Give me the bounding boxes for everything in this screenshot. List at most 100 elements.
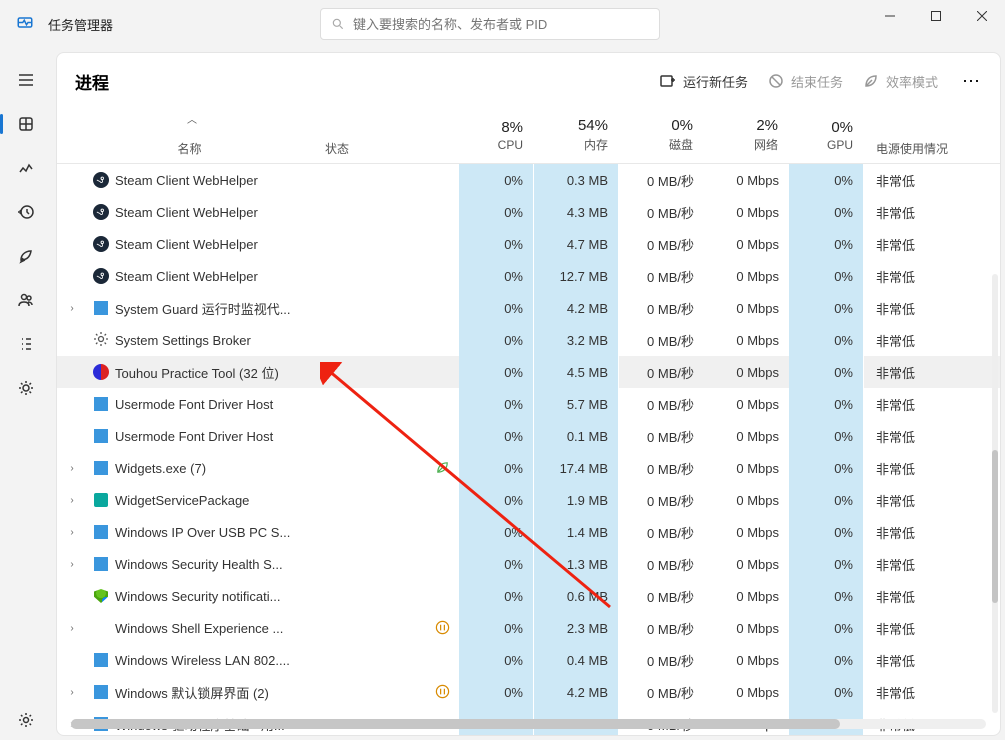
table-row[interactable]: ›Widgets.exe (7)0%17.4 MB0 MB/秒0 Mbps0%非… xyxy=(57,452,1000,484)
cell-name: ›Widgets.exe (7) xyxy=(57,460,315,476)
cell-gpu: 0% xyxy=(789,420,864,452)
table-row[interactable]: ›Windows 默认锁屏界面 (2)0%4.2 MB0 MB/秒0 Mbps0… xyxy=(57,676,1000,708)
cell-gpu: 0% xyxy=(789,516,864,548)
cell-cpu: 0% xyxy=(459,292,534,324)
table-row[interactable]: Touhou Practice Tool (32 位)0%4.5 MB0 MB/… xyxy=(57,356,1000,388)
table-row[interactable]: Steam Client WebHelper0%4.7 MB0 MB/秒0 Mb… xyxy=(57,228,1000,260)
cell-net: 0 Mbps xyxy=(704,196,789,228)
col-name[interactable]: ︿ 名称 xyxy=(57,109,315,163)
col-gpu[interactable]: 0%GPU xyxy=(789,109,864,163)
expand-toggle[interactable]: › xyxy=(63,559,81,570)
table-row[interactable]: ›Windows Shell Experience ...0%2.3 MB0 M… xyxy=(57,612,1000,644)
col-net[interactable]: 2%网络 xyxy=(704,109,789,163)
nav-rail xyxy=(0,48,52,740)
tab-startup[interactable] xyxy=(6,236,46,276)
tab-performance[interactable] xyxy=(6,148,46,188)
cell-gpu: 0% xyxy=(789,644,864,676)
cell-net: 0 Mbps xyxy=(704,676,789,708)
cell-cpu: 0% xyxy=(459,420,534,452)
process-name: Windows IP Over USB PC S... xyxy=(115,525,315,540)
expand-toggle[interactable]: › xyxy=(63,463,81,474)
process-name: WidgetServicePackage xyxy=(115,493,315,508)
expand-toggle[interactable]: › xyxy=(63,495,81,506)
expand-toggle[interactable]: › xyxy=(63,527,81,538)
table-row[interactable]: Usermode Font Driver Host0%5.7 MB0 MB/秒0… xyxy=(57,388,1000,420)
cell-cpu: 0% xyxy=(459,356,534,388)
more-button[interactable]: ⋯ xyxy=(962,71,982,92)
cell-disk: 0 MB/秒 xyxy=(619,292,704,324)
settings-button[interactable] xyxy=(6,700,46,740)
cell-power: 非常低 xyxy=(864,491,1000,510)
cell-cpu: 0% xyxy=(459,260,534,292)
tab-history[interactable] xyxy=(6,192,46,232)
minimize-button[interactable] xyxy=(867,0,913,32)
table-row[interactable]: ›WidgetServicePackage0%1.9 MB0 MB/秒0 Mbp… xyxy=(57,484,1000,516)
table-row[interactable]: ›Windows IP Over USB PC S...0%1.4 MB0 MB… xyxy=(57,516,1000,548)
cell-power: 非常低 xyxy=(864,587,1000,606)
cell-name: Usermode Font Driver Host xyxy=(57,428,315,444)
expand-toggle[interactable]: › xyxy=(63,623,81,634)
vertical-scrollbar[interactable] xyxy=(992,274,998,713)
cell-name: Touhou Practice Tool (32 位) xyxy=(57,363,315,382)
tab-users[interactable] xyxy=(6,280,46,320)
end-task-button[interactable]: 结束任务 xyxy=(768,72,843,91)
table-row[interactable]: Steam Client WebHelper0%0.3 MB0 MB/秒0 Mb… xyxy=(57,164,1000,196)
process-icon xyxy=(93,588,109,604)
table-row[interactable]: ›Windows Security Health S...0%1.3 MB0 M… xyxy=(57,548,1000,580)
cell-cpu: 0% xyxy=(459,452,534,484)
maximize-button[interactable] xyxy=(913,0,959,32)
app-icon xyxy=(16,15,34,33)
cell-mem: 0.1 MB xyxy=(534,420,619,452)
expand-toggle[interactable]: › xyxy=(63,687,81,698)
cell-disk: 0 MB/秒 xyxy=(619,388,704,420)
cell-mem: 4.3 MB xyxy=(534,196,619,228)
cell-disk: 0 MB/秒 xyxy=(619,644,704,676)
tab-processes[interactable] xyxy=(6,104,46,144)
scrollbar-thumb[interactable] xyxy=(71,719,840,729)
table-row[interactable]: System Settings Broker0%3.2 MB0 MB/秒0 Mb… xyxy=(57,324,1000,356)
search-input[interactable] xyxy=(353,17,649,32)
table-row[interactable]: Usermode Font Driver Host0%0.1 MB0 MB/秒0… xyxy=(57,420,1000,452)
hamburger-button[interactable] xyxy=(6,60,46,100)
col-cpu[interactable]: 8%CPU xyxy=(459,109,534,163)
table-row[interactable]: Windows Wireless LAN 802....0%0.4 MB0 MB… xyxy=(57,644,1000,676)
efficiency-button[interactable]: 效率模式 xyxy=(863,72,938,91)
process-name: Windows Shell Experience ... xyxy=(115,621,315,636)
search-box[interactable] xyxy=(320,8,660,40)
process-icon xyxy=(93,364,109,380)
cell-cpu: 0% xyxy=(459,196,534,228)
cell-mem: 4.2 MB xyxy=(534,292,619,324)
cell-name: Steam Client WebHelper xyxy=(57,172,315,188)
cell-net: 0 Mbps xyxy=(704,644,789,676)
cell-name: › WidgetServicePackage xyxy=(57,492,315,508)
cell-gpu: 0% xyxy=(789,612,864,644)
scrollbar-thumb[interactable] xyxy=(992,450,998,604)
tab-services[interactable] xyxy=(6,368,46,408)
col-disk[interactable]: 0%磁盘 xyxy=(619,109,704,163)
panel-header: 进程 运行新任务 结束任务 效率模式 ⋯ xyxy=(57,53,1000,109)
close-button[interactable] xyxy=(959,0,1005,32)
expand-toggle[interactable]: › xyxy=(63,303,81,314)
table-body[interactable]: Steam Client WebHelper0%0.3 MB0 MB/秒0 Mb… xyxy=(57,164,1000,735)
cell-net: 0 Mbps xyxy=(704,388,789,420)
process-name: Usermode Font Driver Host xyxy=(115,397,315,412)
table-row[interactable]: ›System Guard 运行时监视代...0%4.2 MB0 MB/秒0 M… xyxy=(57,292,1000,324)
cell-mem: 4.7 MB xyxy=(534,228,619,260)
cell-cpu: 0% xyxy=(459,228,534,260)
table-row[interactable]: Steam Client WebHelper0%4.3 MB0 MB/秒0 Mb… xyxy=(57,196,1000,228)
process-name: Windows Security notificati... xyxy=(115,589,315,604)
cell-mem: 4.2 MB xyxy=(534,676,619,708)
cell-net: 0 Mbps xyxy=(704,356,789,388)
col-status[interactable]: 状态 xyxy=(315,109,459,163)
horizontal-scrollbar[interactable] xyxy=(71,719,986,729)
col-mem[interactable]: 54%内存 xyxy=(534,109,619,163)
run-new-task-button[interactable]: 运行新任务 xyxy=(660,72,748,91)
table-row[interactable]: Windows Security notificati...0%0.6 MB0 … xyxy=(57,580,1000,612)
col-power[interactable]: 电源使用情况 xyxy=(864,109,1000,163)
cell-gpu: 0% xyxy=(789,228,864,260)
tab-details[interactable] xyxy=(6,324,46,364)
table-row[interactable]: Steam Client WebHelper0%12.7 MB0 MB/秒0 M… xyxy=(57,260,1000,292)
cell-name: Windows Wireless LAN 802.... xyxy=(57,652,315,668)
cell-power: 非常低 xyxy=(864,203,1000,222)
cell-cpu: 0% xyxy=(459,612,534,644)
